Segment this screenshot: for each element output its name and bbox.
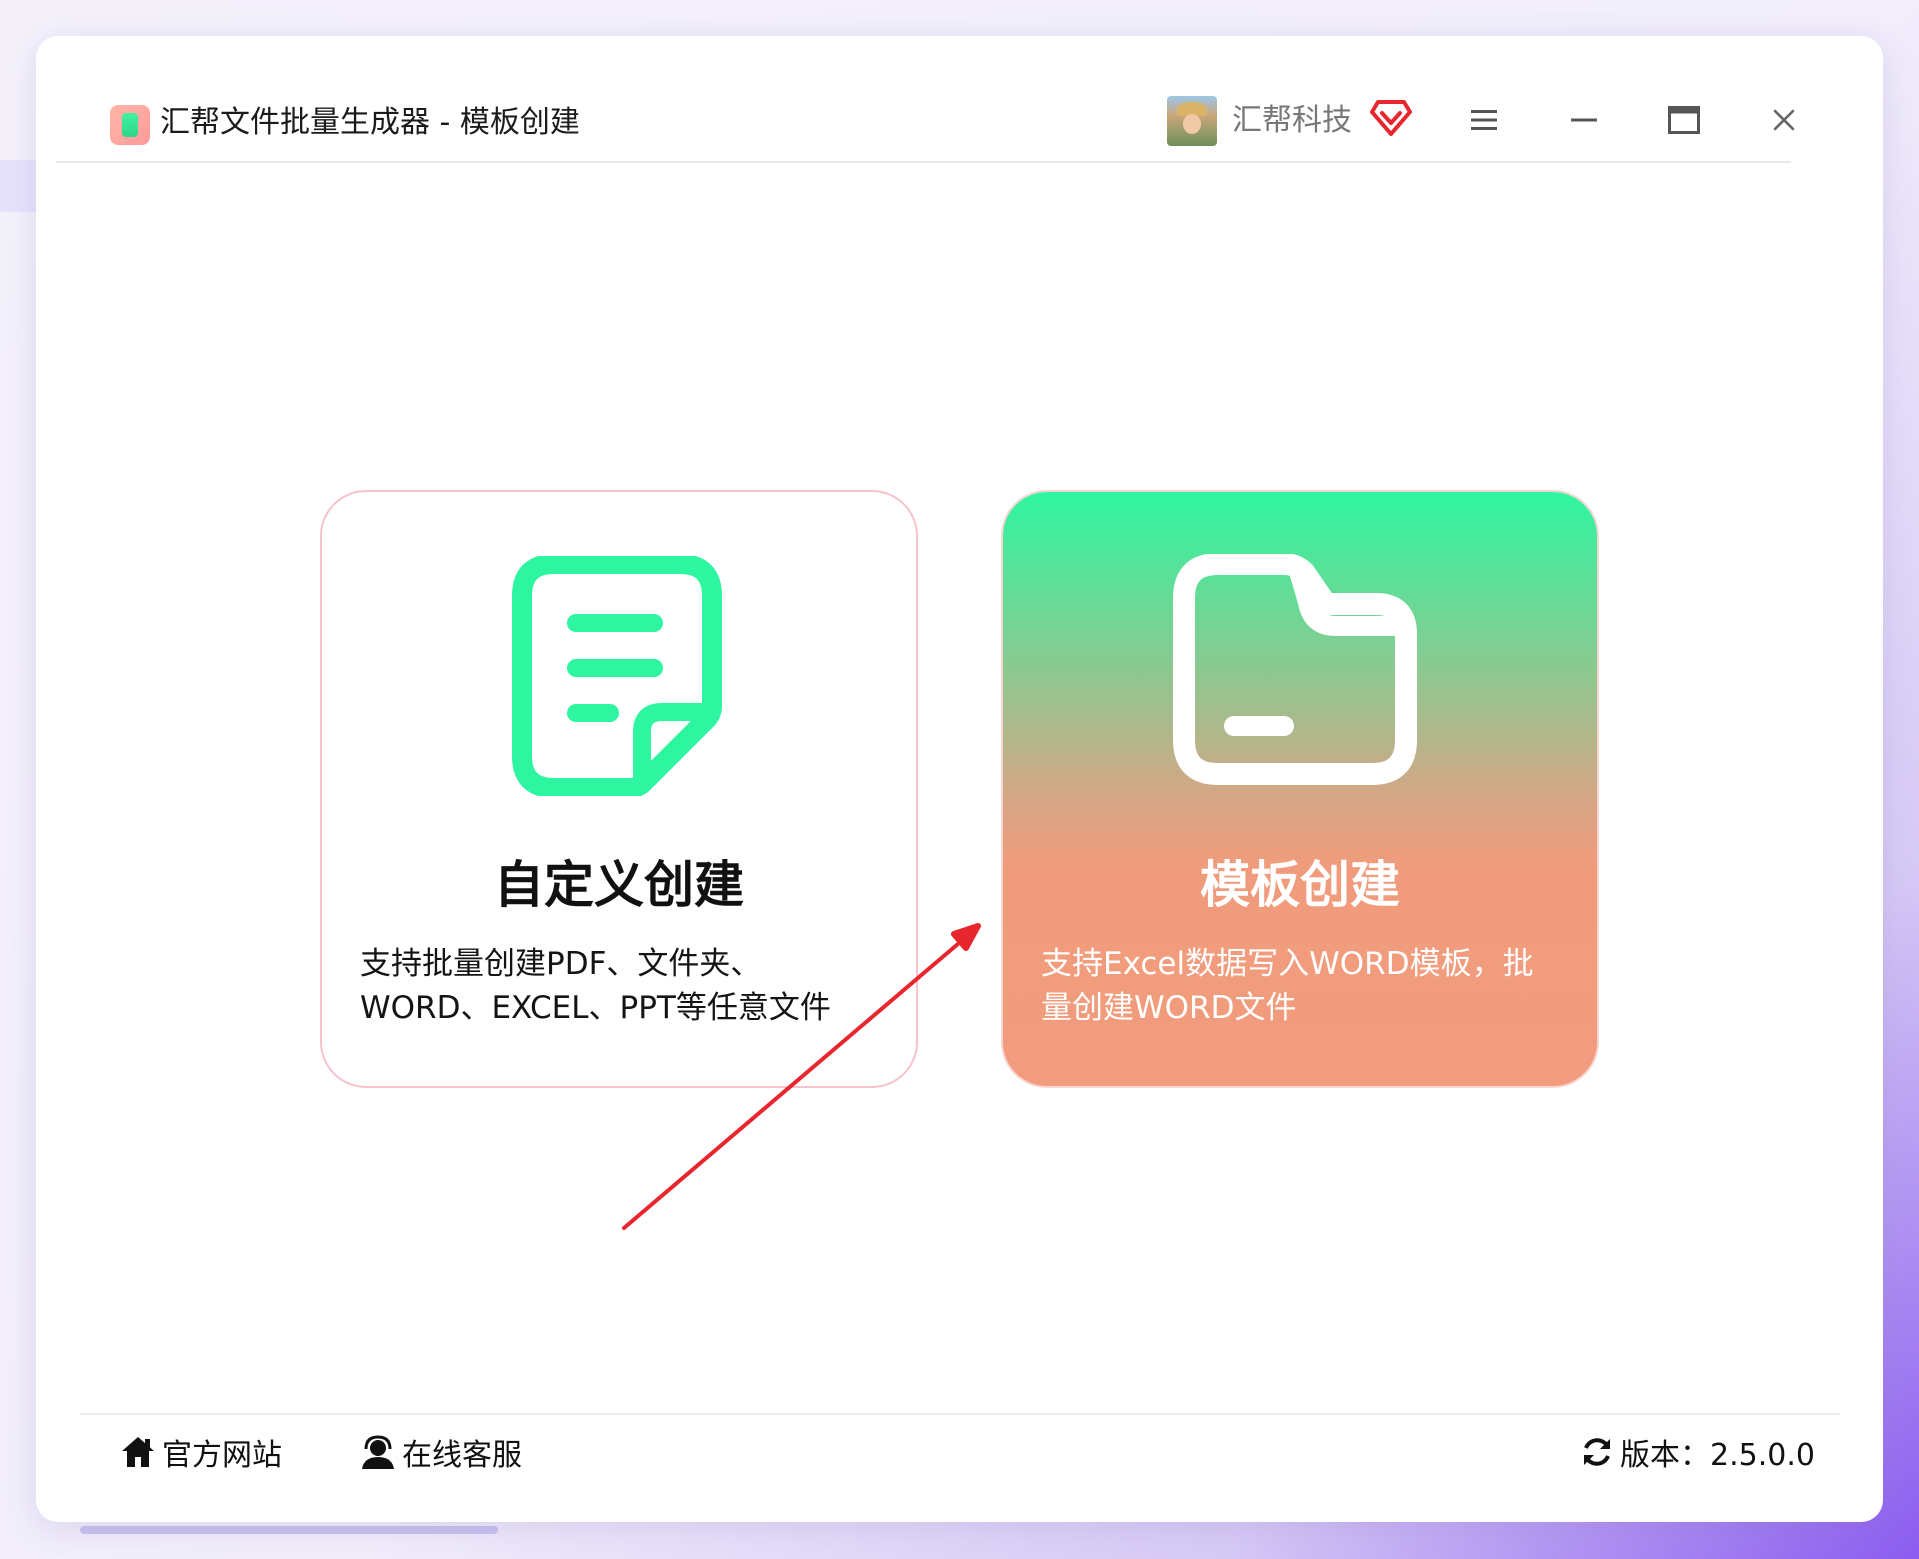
online-support-link[interactable]: 在线客服 bbox=[360, 1427, 522, 1477]
user-avatar[interactable] bbox=[1167, 96, 1217, 146]
headset-agent-icon bbox=[362, 1435, 394, 1469]
footer-bar: 官方网站 在线客服 版本：2.5.0.0 bbox=[80, 1413, 1840, 1485]
document-icon bbox=[512, 556, 722, 796]
close-icon bbox=[1773, 109, 1795, 131]
home-icon bbox=[122, 1437, 154, 1467]
vip-diamond-icon[interactable] bbox=[1370, 98, 1412, 138]
folder-icon bbox=[1173, 554, 1417, 785]
minimize-icon bbox=[1571, 118, 1597, 122]
official-website-label: 官方网站 bbox=[162, 1438, 282, 1473]
custom-card-title: 自定义创建 bbox=[494, 856, 744, 914]
template-card-description-line-1: 支持Excel数据写入WORD模板，批 bbox=[1041, 946, 1534, 982]
maximize-button[interactable] bbox=[1656, 92, 1712, 148]
user-name[interactable]: 汇帮科技 bbox=[1232, 96, 1352, 146]
official-website-link[interactable]: 官方网站 bbox=[120, 1427, 282, 1477]
app-window bbox=[36, 36, 1883, 1522]
annotation-arrow bbox=[622, 923, 981, 1230]
version-check-button[interactable]: 版本：2.5.0.0 bbox=[1580, 1427, 1815, 1477]
template-card-description-line-2: 量创建WORD文件 bbox=[1041, 990, 1297, 1026]
window-title: 汇帮文件批量生成器 - 模板创建 bbox=[160, 105, 580, 140]
maximize-icon bbox=[1668, 106, 1700, 134]
title-bar: 汇帮文件批量生成器 - 模板创建 汇帮科技 bbox=[56, 60, 1795, 163]
template-card-description: 支持Excel数据写入WORD模板，批 量创建WORD文件 bbox=[1041, 942, 1566, 1030]
hamburger-menu-icon bbox=[1471, 110, 1497, 130]
background-scrollbar bbox=[80, 1526, 498, 1534]
menu-button[interactable] bbox=[1456, 92, 1512, 148]
template-card-title: 模板创建 bbox=[1200, 856, 1400, 914]
close-button[interactable] bbox=[1756, 92, 1812, 148]
online-support-label: 在线客服 bbox=[402, 1438, 522, 1473]
template-create-card[interactable]: 模板创建 支持Excel数据写入WORD模板，批 量创建WORD文件 bbox=[1001, 490, 1599, 1088]
background-panel-edge bbox=[0, 160, 36, 212]
minimize-button[interactable] bbox=[1556, 92, 1612, 148]
app-logo-icon bbox=[110, 105, 150, 145]
version-label: 版本：2.5.0.0 bbox=[1620, 1438, 1815, 1473]
refresh-icon bbox=[1584, 1438, 1610, 1466]
